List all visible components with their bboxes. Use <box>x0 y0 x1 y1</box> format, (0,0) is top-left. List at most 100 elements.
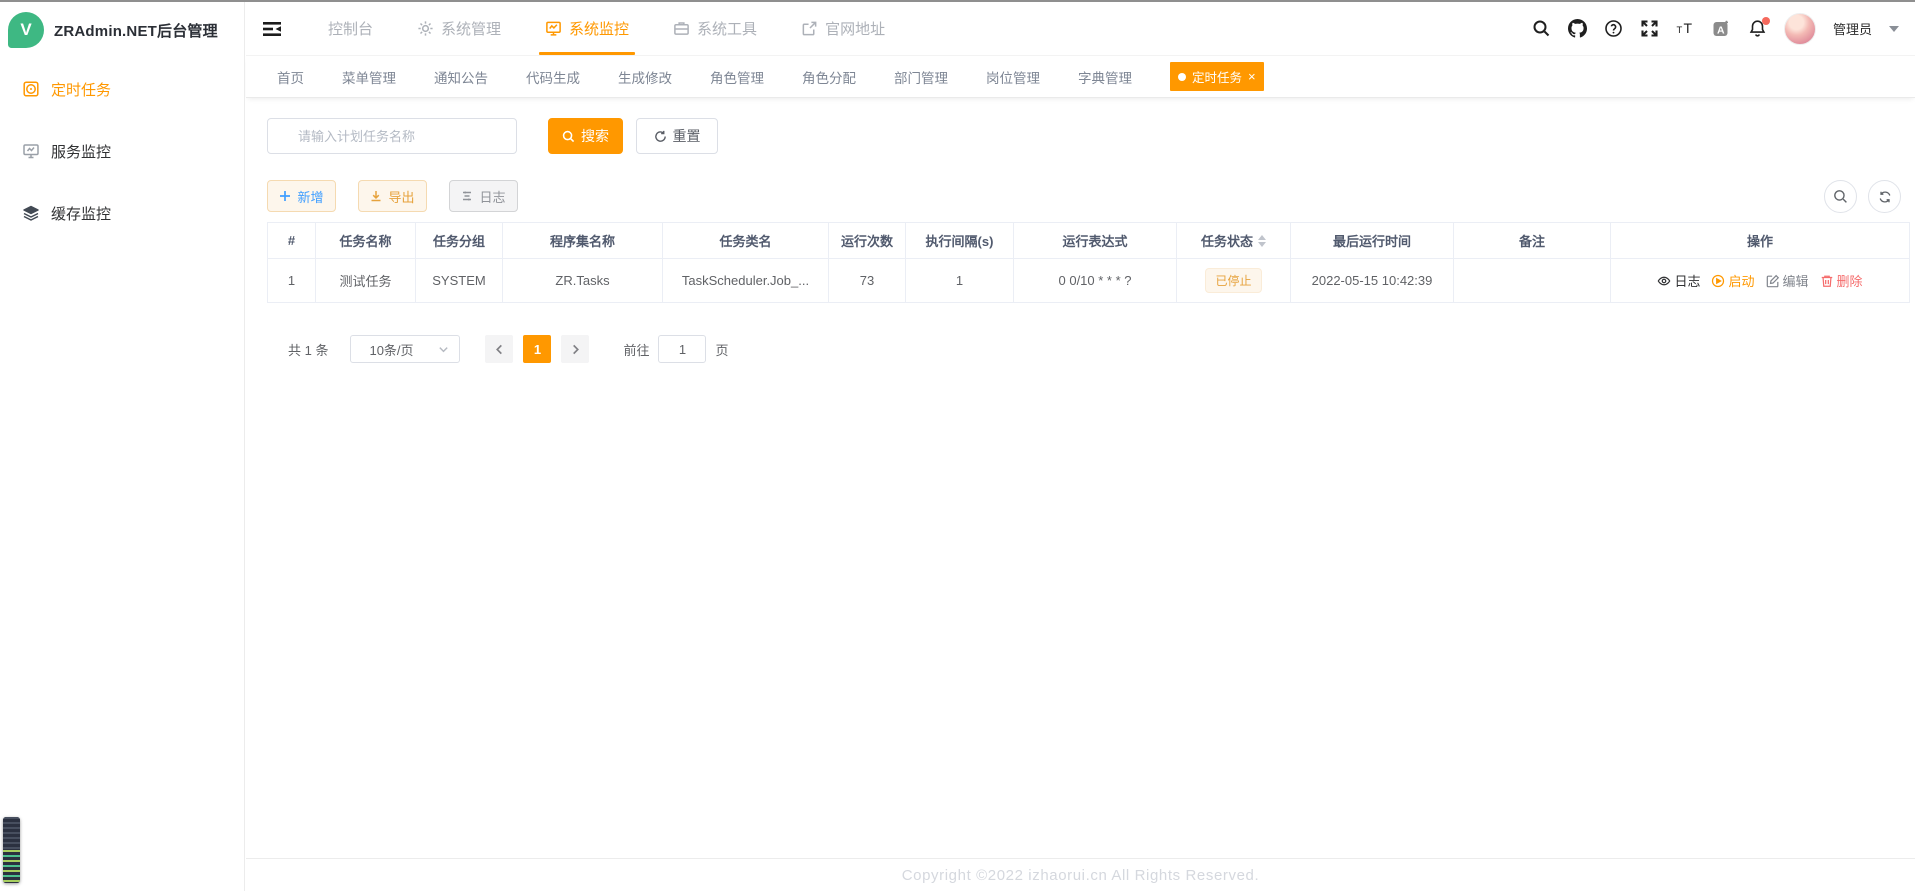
row-delete-button[interactable]: 删除 <box>1820 271 1863 290</box>
server-icon <box>22 142 40 160</box>
gear-icon <box>417 20 434 37</box>
notification-badge <box>1762 17 1770 25</box>
tab-post-management[interactable]: 岗位管理 <box>986 67 1040 87</box>
nav-item-system-tools[interactable]: 系统工具 <box>673 2 757 55</box>
row-edit-button[interactable]: 编辑 <box>1766 271 1809 290</box>
chevron-down-icon[interactable] <box>1889 26 1899 32</box>
nav-item-label: 系统监控 <box>569 18 629 39</box>
github-icon[interactable] <box>1568 19 1587 38</box>
font-size-icon[interactable]: T T <box>1676 19 1695 38</box>
cache-icon <box>22 204 40 222</box>
help-icon[interactable] <box>1604 19 1623 38</box>
search-button-label: 搜索 <box>581 126 609 146</box>
list-icon <box>461 190 473 202</box>
col-status-sortable[interactable]: 任务状态 <box>1177 223 1291 259</box>
search-icon <box>562 130 575 143</box>
col-actions: 操作 <box>1611 223 1909 259</box>
nav-item-system-management[interactable]: 系统管理 <box>417 2 501 55</box>
fullscreen-icon[interactable] <box>1640 19 1659 38</box>
tab-scheduled-tasks-active[interactable]: 定时任务 × <box>1170 62 1264 91</box>
row-start-button[interactable]: 启动 <box>1711 271 1754 290</box>
page-suffix-label: 页 <box>715 340 728 359</box>
refresh-table-button[interactable] <box>1868 180 1901 213</box>
mini-monitor-top <box>3 817 20 850</box>
search-icon[interactable] <box>1532 19 1551 38</box>
tag-view-bar: 首页 菜单管理 通知公告 代码生成 生成修改 角色管理 角色分配 部门管理 岗位… <box>246 56 1915 98</box>
app-title: ZRAdmin.NET后台管理 <box>54 20 218 41</box>
page-size-select[interactable]: 10条/页 <box>350 335 460 363</box>
collapse-sidebar-icon[interactable] <box>261 18 283 40</box>
refresh-icon <box>1878 190 1892 204</box>
sidebar-item-cache-monitor[interactable]: 缓存监控 <box>0 182 244 244</box>
tab-role-management[interactable]: 角色管理 <box>710 67 764 87</box>
task-name-input[interactable] <box>267 118 517 154</box>
export-button-label: 导出 <box>388 187 414 206</box>
svg-text:T: T <box>1683 20 1692 36</box>
next-page-button[interactable] <box>561 335 589 363</box>
sidebar-item-service-monitor[interactable]: 服务监控 <box>0 120 244 182</box>
row-start-label: 启动 <box>1728 271 1754 290</box>
search-button[interactable]: 搜索 <box>548 118 623 154</box>
export-button[interactable]: 导出 <box>358 180 427 212</box>
col-assembly: 程序集名称 <box>503 223 663 259</box>
notifications-button[interactable] <box>1748 19 1767 38</box>
current-page-button[interactable]: 1 <box>523 335 551 363</box>
sort-caret-icon[interactable] <box>1258 235 1266 247</box>
tab-gen-edit[interactable]: 生成修改 <box>618 67 672 87</box>
user-name[interactable]: 管理员 <box>1833 19 1872 38</box>
translate-icon[interactable]: A <box>1712 19 1731 38</box>
col-interval: 执行间隔(s) <box>906 223 1014 259</box>
cell-index: 1 <box>268 259 316 303</box>
close-icon[interactable]: × <box>1248 70 1256 83</box>
pagination: 共 1 条 10条/页 1 前往 页 <box>288 335 1909 363</box>
add-button[interactable]: 新增 <box>267 180 336 212</box>
tab-dict-management[interactable]: 字典管理 <box>1078 67 1132 87</box>
sidebar: V ZRAdmin.NET后台管理 定时任务 服务监控 缓存监控 <box>0 2 245 891</box>
show-search-button[interactable] <box>1824 180 1857 213</box>
tab-code-gen[interactable]: 代码生成 <box>526 67 580 87</box>
prev-page-button[interactable] <box>485 335 513 363</box>
play-icon <box>1711 274 1725 288</box>
nav-item-label: 控制台 <box>328 18 373 39</box>
tab-home[interactable]: 首页 <box>277 67 304 87</box>
toolbox-icon <box>673 20 690 37</box>
tab-notice[interactable]: 通知公告 <box>434 67 488 87</box>
edit-icon <box>1766 274 1780 288</box>
tab-role-assign[interactable]: 角色分配 <box>802 67 856 87</box>
log-button-label: 日志 <box>479 187 505 206</box>
top-header: 控制台 系统管理 系统监控 系统工具 官网地址 <box>246 2 1915 56</box>
nav-item-label: 系统工具 <box>697 18 757 39</box>
reset-button[interactable]: 重置 <box>636 118 718 154</box>
refresh-icon <box>654 130 667 143</box>
monitor-icon <box>545 20 562 37</box>
nav-item-system-monitor[interactable]: 系统监控 <box>545 2 629 55</box>
row-log-button[interactable]: 日志 <box>1657 271 1700 290</box>
col-task-class: 任务类名 <box>663 223 829 259</box>
row-actions: 日志 启动 编辑 删除 <box>1657 271 1862 290</box>
row-edit-label: 编辑 <box>1783 271 1809 290</box>
goto-page-input[interactable] <box>658 335 706 363</box>
nav-item-official-site[interactable]: 官网地址 <box>801 2 885 55</box>
table-row[interactable]: 1 测试任务 SYSTEM ZR.Tasks TaskScheduler.Job… <box>268 259 1909 303</box>
col-cron: 运行表达式 <box>1014 223 1177 259</box>
nav-item-label: 官网地址 <box>825 18 885 39</box>
app-logo: V <box>8 12 44 48</box>
footer: Copyright ©2022 izhaorui.cn All Rights R… <box>246 858 1915 891</box>
nav-item-console[interactable]: 控制台 <box>328 2 373 55</box>
cell-task-name: 测试任务 <box>316 259 416 303</box>
status-badge: 已停止 <box>1205 268 1261 293</box>
tab-menu-management[interactable]: 菜单管理 <box>342 67 396 87</box>
cell-last-run: 2022-05-15 10:42:39 <box>1291 259 1454 303</box>
avatar[interactable] <box>1784 13 1816 45</box>
col-remark: 备注 <box>1454 223 1611 259</box>
sidebar-item-label: 定时任务 <box>51 79 111 100</box>
goto-label: 前往 <box>623 340 649 359</box>
page-size-value: 10条/页 <box>369 340 413 359</box>
row-log-label: 日志 <box>1674 271 1700 290</box>
tab-dept-management[interactable]: 部门管理 <box>894 67 948 87</box>
app-logo-row: V ZRAdmin.NET后台管理 <box>0 2 244 58</box>
log-button[interactable]: 日志 <box>449 180 518 212</box>
active-tab-label: 定时任务 <box>1192 67 1242 86</box>
sidebar-item-scheduled-tasks[interactable]: 定时任务 <box>0 58 244 120</box>
mini-monitor-widget[interactable] <box>3 817 20 883</box>
